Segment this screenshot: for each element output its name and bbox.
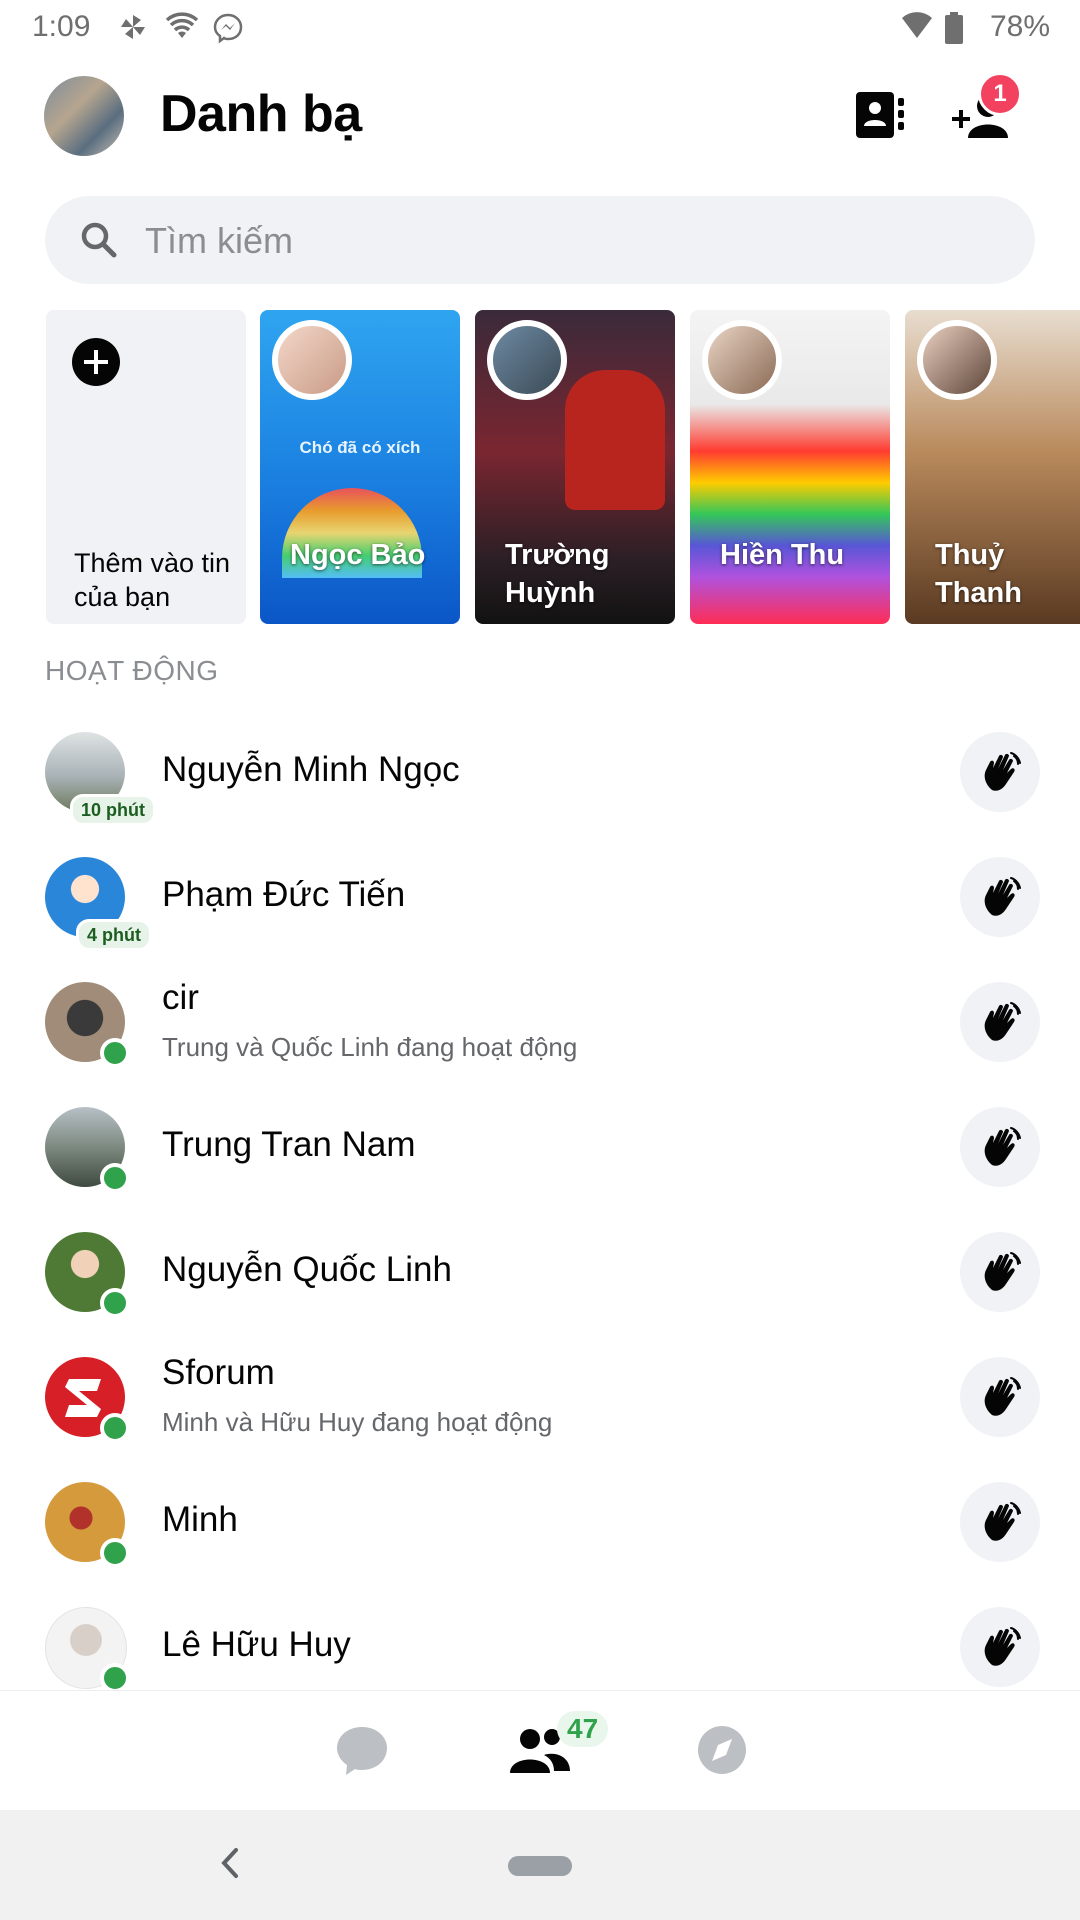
- contact-name: Lê Hữu Huy: [162, 1625, 351, 1664]
- system-nav-bar: [0, 1810, 1080, 1920]
- contact-name: Sforum: [162, 1353, 275, 1392]
- wave-button[interactable]: [960, 982, 1040, 1062]
- wave-hand-icon: [984, 1377, 1021, 1416]
- chat-bubble-icon: [337, 1727, 387, 1775]
- contact-row[interactable]: Minh: [0, 1460, 1080, 1586]
- wave-hand-icon: [984, 877, 1021, 916]
- stories-row: Thêm vào tin của bạn Chó đã có xích Ngọc…: [0, 310, 1080, 624]
- story-name: Trường Huỳnh: [505, 539, 610, 609]
- wave-hand-icon: [984, 1002, 1021, 1041]
- online-indicator: [100, 1538, 130, 1568]
- pinwheel-icon: [121, 15, 145, 39]
- status-bar: 1:09 78%: [0, 0, 1080, 56]
- story-avatar: [272, 320, 352, 400]
- contacts-book-icon: [856, 92, 904, 138]
- story-card[interactable]: Hiền Thu: [690, 310, 890, 624]
- contact-subtitle: Trung và Quốc Linh đang hoạt động: [162, 1032, 578, 1062]
- contact-row[interactable]: 10 phút Nguyễn Minh Ngọc: [0, 710, 1080, 836]
- story-name: Hiền Thu: [720, 539, 845, 571]
- section-title-active: HOẠT ĐỘNG: [45, 655, 219, 686]
- back-button[interactable]: [210, 1838, 250, 1888]
- add-friend-button[interactable]: 1: [950, 72, 1022, 144]
- wave-hand-icon: [984, 1627, 1021, 1666]
- nav-discover[interactable]: [682, 1715, 762, 1785]
- story-photo: [565, 370, 665, 510]
- contact-name: cir: [162, 978, 199, 1017]
- last-active-badge: 4 phút: [76, 919, 152, 951]
- online-indicator: [100, 1288, 130, 1318]
- contact-name: Nguyễn Quốc Linh: [162, 1250, 452, 1289]
- story-card[interactable]: Thuỷ Thanh: [905, 310, 1080, 624]
- contact-name: Phạm Đức Tiến: [162, 875, 406, 914]
- story-card[interactable]: Chó đã có xích Ngọc Bảo: [260, 310, 460, 624]
- battery-percent: 78%: [989, 10, 1050, 43]
- wave-button[interactable]: [960, 857, 1040, 937]
- page-title: Danh bạ: [160, 85, 362, 143]
- contacts-book-button[interactable]: [850, 84, 910, 144]
- online-indicator: [100, 1413, 130, 1443]
- contact-row[interactable]: cir Trung và Quốc Linh đang hoạt động: [0, 960, 1080, 1086]
- wave-button[interactable]: [960, 732, 1040, 812]
- story-name: Thuỷ Thanh: [935, 539, 1022, 609]
- search-input[interactable]: [143, 196, 1007, 286]
- story-avatar: [917, 320, 997, 400]
- wave-hand-icon: [984, 1127, 1021, 1166]
- online-indicator: [100, 1038, 130, 1068]
- add-friend-badge: 1: [978, 72, 1022, 116]
- story-caption: Chó đã có xích: [299, 438, 421, 457]
- header: Danh bạ 1: [0, 62, 1080, 172]
- status-time: 1:09: [32, 10, 91, 43]
- messenger-icon: [213, 13, 243, 44]
- people-count-badge: 47: [557, 1711, 609, 1747]
- plus-icon: [72, 338, 120, 386]
- wave-button[interactable]: [960, 1607, 1040, 1687]
- battery-icon: [945, 12, 963, 44]
- contact-row[interactable]: 4 phút Phạm Đức Tiến: [0, 835, 1080, 961]
- contact-subtitle: Minh và Hữu Huy đang hoạt động: [162, 1407, 553, 1437]
- bottom-nav: 47: [0, 1690, 1080, 1811]
- wave-hand-icon: [984, 1502, 1021, 1541]
- wave-button[interactable]: [960, 1107, 1040, 1187]
- home-pill-button[interactable]: [508, 1856, 572, 1876]
- wave-button[interactable]: [960, 1232, 1040, 1312]
- wifi-icon: [165, 12, 199, 38]
- story-card[interactable]: Trường Huỳnh: [475, 310, 675, 624]
- search-bar[interactable]: [45, 196, 1035, 286]
- last-active-badge: 10 phút: [70, 794, 157, 826]
- profile-avatar[interactable]: [44, 76, 124, 156]
- wave-button[interactable]: [960, 1482, 1040, 1562]
- add-story-card[interactable]: Thêm vào tin của bạn: [46, 310, 246, 624]
- contact-row[interactable]: Trung Tran Nam: [0, 1085, 1080, 1211]
- story-name: Ngọc Bảo: [290, 539, 426, 571]
- story-avatar: [487, 320, 567, 400]
- add-story-label: Thêm vào tin của bạn: [74, 548, 231, 612]
- wave-hand-icon: [984, 752, 1021, 791]
- wave-hand-icon: [984, 1252, 1021, 1291]
- online-indicator: [100, 1663, 130, 1690]
- online-indicator: [100, 1163, 130, 1193]
- nav-chats[interactable]: [322, 1715, 402, 1785]
- contact-name: Minh: [162, 1500, 238, 1539]
- contact-row[interactable]: Nguyễn Quốc Linh: [0, 1210, 1080, 1336]
- wave-button[interactable]: [960, 1357, 1040, 1437]
- chevron-left-icon: [221, 1848, 238, 1878]
- contact-name: Trung Tran Nam: [162, 1125, 416, 1164]
- contact-row[interactable]: Lê Hữu Huy: [0, 1585, 1080, 1690]
- story-avatar: [702, 320, 782, 400]
- search-icon: [81, 222, 117, 258]
- compass-icon: [698, 1726, 746, 1774]
- contact-row[interactable]: Sforum Minh và Hữu Huy đang hoạt động: [0, 1335, 1080, 1461]
- signal-icon: [902, 12, 932, 38]
- contact-name: Nguyễn Minh Ngọc: [162, 750, 460, 789]
